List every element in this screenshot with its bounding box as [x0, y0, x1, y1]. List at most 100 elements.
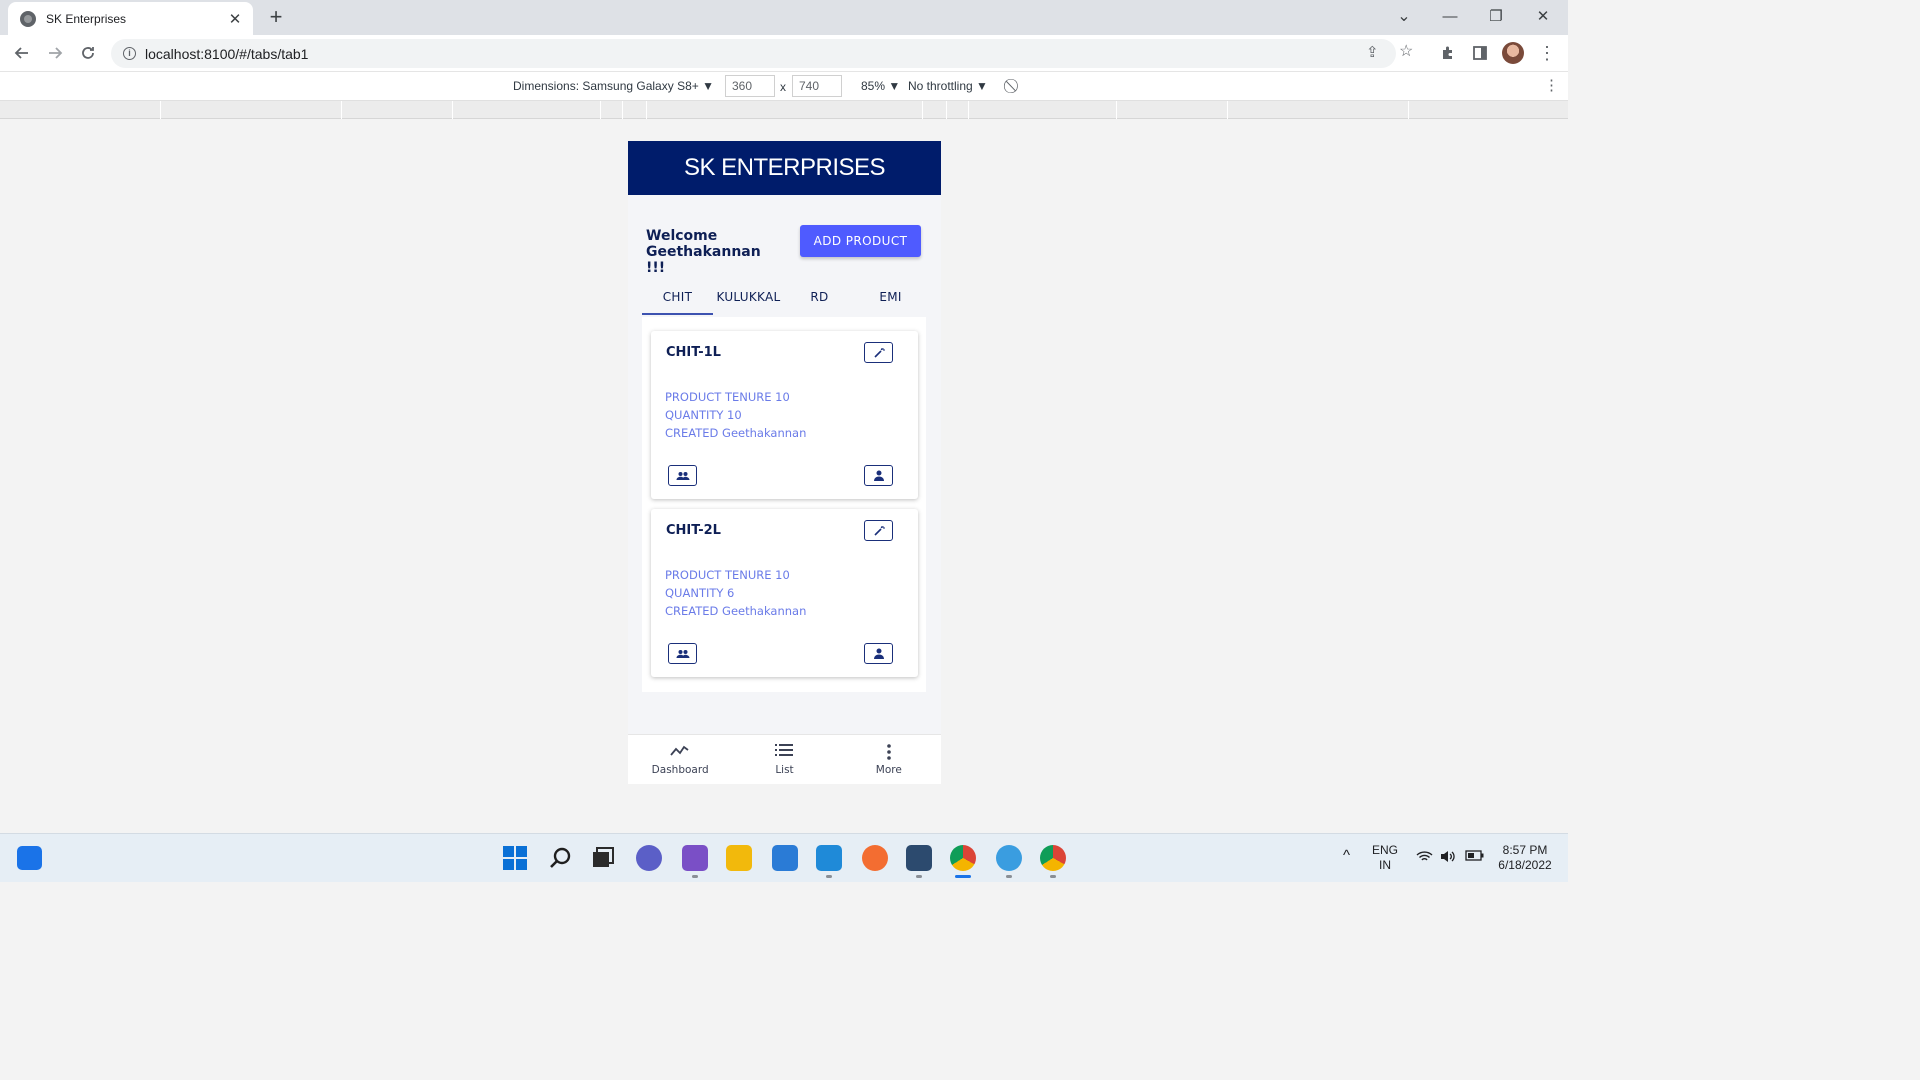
zoom-select[interactable]: 85% ▼ — [861, 79, 900, 93]
assign-member-button[interactable] — [864, 465, 893, 486]
bottom-tab-bar: Dashboard List More — [628, 734, 941, 784]
product-quantity: QUANTITY 6 — [665, 586, 735, 601]
edit-product-button[interactable] — [864, 342, 893, 363]
product-created: CREATED Geethakannan — [665, 604, 807, 619]
dimension-separator: x — [780, 80, 786, 94]
sql-server-icon[interactable] — [906, 845, 932, 871]
clock-time: 8:57 PM — [1502, 843, 1548, 857]
tab-dashboard[interactable]: Dashboard — [628, 735, 732, 784]
product-quantity: QUANTITY 10 — [665, 408, 742, 423]
segment-chit[interactable]: CHIT — [642, 279, 713, 315]
vscode-icon[interactable] — [816, 845, 842, 871]
device-width-input[interactable]: 360 — [725, 75, 775, 97]
person-icon — [873, 648, 884, 659]
chrome-menu-icon[interactable]: ⋮ — [1535, 41, 1559, 65]
postman-icon[interactable] — [862, 845, 888, 871]
language-indicator[interactable]: ENG IN — [1372, 843, 1398, 873]
device-toolbar: Dimensions: Samsung Galaxy S8+ ▼ 360 x 7… — [0, 72, 1568, 101]
browser-tab[interactable]: SK Enterprises ✕ — [8, 2, 253, 35]
task-view-icon[interactable] — [590, 845, 616, 871]
windows-taskbar: ^ ENG IN 8:57 PM 6/18/2022 — [0, 833, 1568, 882]
product-card: CHIT-1L PRODUCT TENURE 10 QUANTITY 10 CR… — [651, 331, 918, 499]
start-icon[interactable] — [502, 845, 528, 871]
reload-button[interactable] — [74, 40, 102, 66]
media-query-ruler — [0, 101, 1568, 119]
arrow-left-icon — [14, 47, 28, 59]
chevron-up-icon[interactable]: ^ — [1343, 848, 1350, 863]
new-tab-button[interactable]: + — [265, 5, 287, 29]
device-height-input[interactable]: 740 — [792, 75, 842, 97]
extensions-icon[interactable] — [1436, 41, 1460, 65]
tab-list[interactable]: List — [732, 735, 836, 784]
welcome-row: Welcome Geethakannan !!! ADD PRODUCT — [628, 195, 941, 279]
product-created: CREATED Geethakannan — [665, 426, 807, 441]
tab-search-button[interactable]: ⌄ — [1381, 0, 1427, 32]
reload-icon — [82, 47, 94, 59]
side-panel-icon[interactable] — [1468, 41, 1492, 65]
device-dimensions-select[interactable]: Dimensions: Samsung Galaxy S8+ ▼ — [513, 79, 714, 93]
app-header: SK ENTERPRISES — [628, 141, 941, 195]
arrow-right-icon — [49, 47, 63, 59]
browser-tab-strip: SK Enterprises ✕ + ⌄ — ❐ ✕ — [0, 0, 1568, 35]
list-icon — [775, 743, 794, 761]
product-details: PRODUCT TENURE 10 QUANTITY 10 CREATED Ge… — [665, 388, 806, 443]
profile-avatar[interactable] — [1501, 41, 1525, 65]
more-vertical-icon — [886, 743, 892, 761]
close-window-button[interactable]: ✕ — [1520, 0, 1566, 32]
segment-rd[interactable]: RD — [784, 279, 855, 315]
battery-icon[interactable] — [1465, 850, 1484, 865]
visual-studio-icon[interactable] — [682, 845, 708, 871]
product-tenure: PRODUCT TENURE 10 — [665, 390, 790, 404]
chrome-icon[interactable] — [950, 845, 976, 871]
tab-more[interactable]: More — [837, 735, 941, 784]
clock[interactable]: 8:57 PM 6/18/2022 — [1492, 843, 1558, 873]
throttling-select[interactable]: No throttling ▼ — [908, 79, 988, 93]
bookmark-star-icon[interactable]: ☆ — [1399, 41, 1413, 61]
people-icon — [676, 471, 689, 480]
minimize-button[interactable]: — — [1427, 0, 1473, 32]
language-code: ENG — [1372, 843, 1399, 857]
product-title: CHIT-1L — [666, 345, 721, 360]
volume-icon[interactable] — [1440, 850, 1457, 867]
segment-kulukkal[interactable]: KULUKKAL — [713, 279, 784, 315]
wifi-icon[interactable] — [1416, 850, 1433, 867]
product-tenure: PRODUCT TENURE 10 — [665, 568, 790, 582]
clock-date: 6/18/2022 — [1498, 858, 1552, 872]
magic-wand-icon — [873, 525, 885, 536]
widgets-icon[interactable] — [17, 846, 42, 870]
address-bar[interactable]: i localhost:8100/#/tabs/tab1 — [111, 39, 1396, 68]
product-list: CHIT-1L PRODUCT TENURE 10 QUANTITY 10 CR… — [642, 317, 926, 692]
search-icon[interactable] — [548, 845, 574, 871]
back-button[interactable] — [8, 40, 36, 66]
tab-title: SK Enterprises — [46, 11, 127, 26]
assign-member-button[interactable] — [864, 643, 893, 664]
edit-product-button[interactable] — [864, 520, 893, 541]
tab-close-icon[interactable]: ✕ — [227, 10, 243, 28]
browser-toolbar: i localhost:8100/#/tabs/tab1 ⇪ ☆ ⋮ — [0, 35, 1568, 72]
globe-icon — [20, 10, 36, 27]
device-options-icon[interactable]: ⋮ — [1544, 76, 1559, 94]
tab-more-label: More — [875, 764, 902, 776]
add-product-button[interactable]: ADD PRODUCT — [800, 225, 921, 257]
product-type-segments: CHIT KULUKKAL RD EMI — [642, 279, 926, 315]
product-card: CHIT-2L PRODUCT TENURE 10 QUANTITY 6 CRE… — [651, 509, 918, 677]
notepad-icon[interactable] — [772, 845, 798, 871]
paint-icon[interactable] — [996, 845, 1022, 871]
file-explorer-icon[interactable] — [726, 845, 752, 871]
tab-dashboard-label: Dashboard — [651, 764, 709, 776]
share-icon[interactable]: ⇪ — [1366, 43, 1379, 61]
trending-icon — [670, 743, 690, 761]
members-button[interactable] — [668, 465, 697, 486]
forward-button[interactable] — [41, 40, 69, 66]
magic-wand-icon — [873, 347, 885, 358]
product-title: CHIT-2L — [666, 523, 721, 538]
chrome-alt-icon[interactable] — [1040, 845, 1066, 871]
segment-emi[interactable]: EMI — [855, 279, 926, 315]
app-title: SK ENTERPRISES — [683, 154, 886, 181]
teams-chat-icon[interactable] — [636, 845, 662, 871]
welcome-text: Welcome Geethakannan !!! — [646, 228, 761, 276]
members-button[interactable] — [668, 643, 697, 664]
site-info-icon[interactable]: i — [123, 47, 136, 60]
maximize-button[interactable]: ❐ — [1473, 0, 1519, 32]
people-icon — [676, 649, 689, 658]
